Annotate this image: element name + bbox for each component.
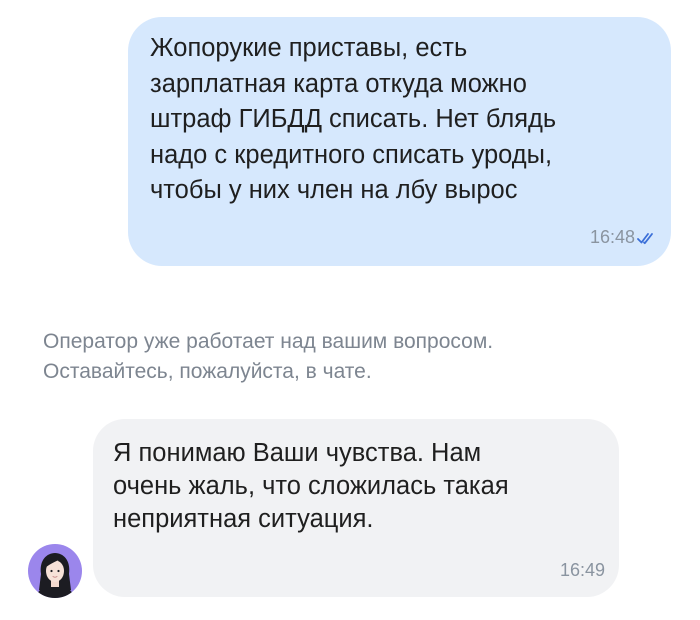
outgoing-message-bubble[interactable]: Жопорукие приставы, есть зарплатная карт…	[128, 17, 671, 266]
incoming-message-meta: 16:49	[560, 560, 605, 581]
incoming-message-time: 16:49	[559, 560, 605, 580]
outgoing-message-meta: 16:48	[590, 227, 657, 248]
outgoing-message-time: 16:48	[589, 227, 635, 247]
double-check-icon	[637, 231, 657, 245]
incoming-message-bubble[interactable]: Я понимаю Ваши чувства. Нам очень жаль, …	[93, 419, 619, 597]
incoming-message-text: Я понимаю Ваши чувства. Нам очень жаль, …	[113, 439, 509, 533]
operator-avatar-icon[interactable]	[28, 544, 82, 598]
system-notice-text: Оператор уже работает над вашим вопросом…	[43, 330, 494, 383]
outgoing-message-text: Жопорукие приставы, есть зарплатная карт…	[150, 34, 557, 204]
system-notice: Оператор уже работает над вашим вопросом…	[43, 327, 663, 387]
